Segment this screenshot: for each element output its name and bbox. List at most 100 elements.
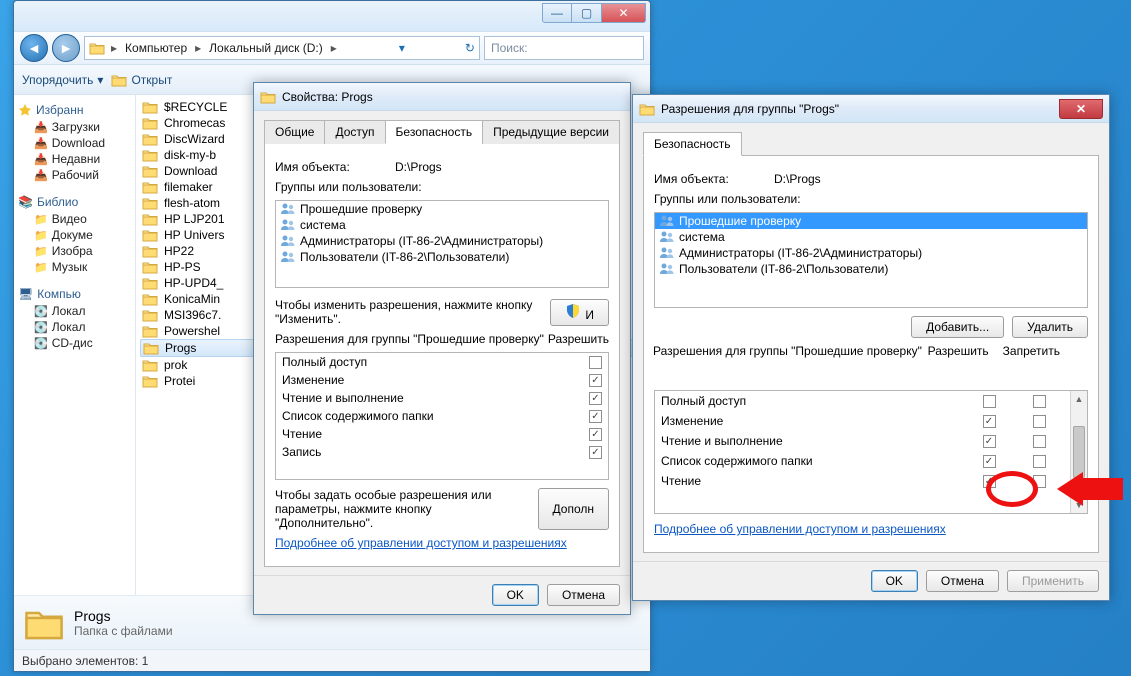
user-item[interactable]: система bbox=[276, 217, 608, 233]
scrollbar[interactable]: ▲▼ bbox=[1070, 391, 1087, 513]
permissions-label: Разрешения для группы "Прошедшие проверк… bbox=[275, 332, 544, 346]
close-button[interactable]: ✕ bbox=[602, 3, 646, 23]
folder-icon bbox=[260, 89, 276, 105]
sidebar-computer-header[interactable]: 🖥 Компью bbox=[18, 285, 131, 303]
deny-checkbox[interactable] bbox=[1033, 395, 1046, 408]
deny-checkbox[interactable] bbox=[1033, 415, 1046, 428]
sidebar-item[interactable]: 📁Музык bbox=[18, 259, 131, 275]
properties-titlebar: Свойства: Progs bbox=[254, 83, 630, 111]
permission-row: Изменение bbox=[276, 371, 608, 389]
permission-row: Полный доступ bbox=[655, 391, 1070, 411]
search-placeholder: Поиск: bbox=[491, 41, 528, 55]
address-bar[interactable]: ▸ Компьютер ▸ Локальный диск (D:) ▸ ▾ ↻ bbox=[84, 36, 480, 60]
sidebar-item[interactable]: 📥Загрузки bbox=[18, 119, 131, 135]
add-button[interactable]: Добавить... bbox=[911, 316, 1004, 338]
breadcrumb-item[interactable]: Локальный диск (D:) bbox=[207, 41, 325, 55]
deny-column-header: Запретить bbox=[1003, 344, 1060, 358]
allow-checkbox[interactable] bbox=[983, 435, 996, 448]
permission-row: Запись bbox=[276, 443, 608, 461]
deny-checkbox[interactable] bbox=[1033, 455, 1046, 468]
status-bar: Выбрано элементов: 1 bbox=[14, 649, 650, 671]
tab[interactable]: Предыдущие версии bbox=[482, 120, 620, 144]
user-item[interactable]: Прошедшие проверку bbox=[655, 213, 1087, 229]
tab[interactable]: Безопасность bbox=[385, 120, 484, 144]
tab[interactable]: Общие bbox=[264, 120, 325, 144]
permissions-table: Полный доступИзменениеЧтение и выполнени… bbox=[275, 352, 609, 480]
allow-checkbox[interactable] bbox=[983, 475, 996, 488]
user-item[interactable]: Пользователи (IT-86-2\Пользователи) bbox=[655, 261, 1087, 277]
deny-checkbox[interactable] bbox=[1033, 435, 1046, 448]
sidebar-item[interactable]: 📥Рабочий bbox=[18, 167, 131, 183]
cancel-button[interactable]: Отмена bbox=[926, 570, 999, 592]
tab-security[interactable]: Безопасность bbox=[643, 132, 742, 156]
explorer-navbar: ◄ ► ▸ Компьютер ▸ Локальный диск (D:) ▸ … bbox=[14, 31, 650, 65]
advanced-button[interactable]: Дополн bbox=[538, 488, 609, 530]
remove-button[interactable]: Удалить bbox=[1012, 316, 1088, 338]
users-listbox[interactable]: Прошедшие проверкусистемаАдминистраторы … bbox=[275, 200, 609, 288]
user-item[interactable]: Прошедшие проверку bbox=[276, 201, 608, 217]
maximize-button[interactable]: ▢ bbox=[572, 3, 602, 23]
allow-checkbox[interactable] bbox=[983, 415, 996, 428]
refresh-icon[interactable]: ↻ bbox=[465, 41, 475, 55]
user-item[interactable]: Администраторы (IT-86-2\Администраторы) bbox=[655, 245, 1087, 261]
organize-button[interactable]: Упорядочить ▾ bbox=[22, 73, 103, 87]
user-item[interactable]: система bbox=[655, 229, 1087, 245]
sidebar-item[interactable]: 📁Изобра bbox=[18, 243, 131, 259]
close-button[interactable]: ✕ bbox=[1059, 99, 1103, 119]
allow-column-header: Разрешить bbox=[928, 344, 989, 358]
details-type: Папка с файлами bbox=[74, 624, 173, 638]
allow-checkbox[interactable] bbox=[983, 395, 996, 408]
permission-row: Чтение и выполнение bbox=[276, 389, 608, 407]
permission-row: Изменение bbox=[655, 411, 1070, 431]
deny-checkbox[interactable] bbox=[1033, 475, 1046, 488]
apply-button[interactable]: Применить bbox=[1007, 570, 1099, 592]
permissions-titlebar: Разрешения для группы "Progs" ✕ bbox=[633, 95, 1109, 123]
search-input[interactable]: Поиск: bbox=[484, 36, 644, 60]
ok-button[interactable]: OK bbox=[871, 570, 918, 592]
sidebar-item[interactable]: 💽CD-дис bbox=[18, 335, 131, 351]
allow-checkbox bbox=[589, 410, 602, 423]
permission-row: Список содержимого папки bbox=[655, 451, 1070, 471]
minimize-button[interactable]: — bbox=[542, 3, 572, 23]
sidebar-favorites-header[interactable]: Избранн bbox=[18, 101, 131, 119]
allow-checkbox[interactable] bbox=[983, 455, 996, 468]
allow-checkbox bbox=[589, 428, 602, 441]
allow-checkbox bbox=[589, 392, 602, 405]
sidebar-item[interactable]: 💽Локал bbox=[18, 319, 131, 335]
sidebar-item[interactable]: 📁Докуме bbox=[18, 227, 131, 243]
permission-row: Чтение bbox=[655, 471, 1070, 491]
properties-tabs: ОбщиеДоступБезопасностьПредыдущие версии bbox=[264, 119, 620, 144]
sidebar-item[interactable]: 📥Недавни bbox=[18, 151, 131, 167]
object-path: D:\Progs bbox=[774, 172, 821, 186]
users-listbox[interactable]: Прошедшие проверкусистемаАдминистраторы … bbox=[654, 212, 1088, 308]
user-item[interactable]: Пользователи (IT-86-2\Пользователи) bbox=[276, 249, 608, 265]
edit-button[interactable]: И bbox=[550, 299, 609, 326]
cancel-button[interactable]: Отмена bbox=[547, 584, 620, 606]
explorer-titlebar: — ▢ ✕ bbox=[14, 1, 650, 31]
nav-forward-button[interactable]: ► bbox=[52, 34, 80, 62]
object-name-label: Имя объекта: bbox=[654, 172, 774, 186]
scrollbar-thumb[interactable] bbox=[1073, 426, 1085, 478]
tab[interactable]: Доступ bbox=[324, 120, 385, 144]
permissions-title: Разрешения для группы "Progs" bbox=[661, 102, 839, 116]
sidebar-item[interactable]: 💽Локал bbox=[18, 303, 131, 319]
sidebar-libraries-header[interactable]: 📚 Библио bbox=[18, 193, 131, 211]
breadcrumb-item[interactable]: Компьютер bbox=[123, 41, 189, 55]
folder-icon bbox=[639, 101, 655, 117]
dropdown-icon[interactable]: ▾ bbox=[399, 41, 405, 55]
learn-more-link[interactable]: Подробнее об управлении доступом и разре… bbox=[275, 536, 567, 550]
open-button[interactable]: Открыт bbox=[111, 73, 172, 87]
user-item[interactable]: Администраторы (IT-86-2\Администраторы) bbox=[276, 233, 608, 249]
permissions-label: Разрешения для группы "Прошедшие проверк… bbox=[653, 344, 922, 358]
nav-back-button[interactable]: ◄ bbox=[20, 34, 48, 62]
ok-button[interactable]: OK bbox=[492, 584, 539, 606]
groups-users-label: Группы или пользователи: bbox=[654, 192, 1088, 206]
sidebar-item[interactable]: 📥Download bbox=[18, 135, 131, 151]
allow-checkbox bbox=[589, 356, 602, 369]
allow-checkbox bbox=[589, 446, 602, 459]
learn-more-link[interactable]: Подробнее об управлении доступом и разре… bbox=[654, 522, 946, 536]
object-path: D:\Progs bbox=[395, 160, 442, 174]
sidebar-item[interactable]: 📁Видео bbox=[18, 211, 131, 227]
properties-dialog: Свойства: Progs ОбщиеДоступБезопасностьП… bbox=[253, 82, 631, 615]
properties-title: Свойства: Progs bbox=[282, 90, 373, 104]
